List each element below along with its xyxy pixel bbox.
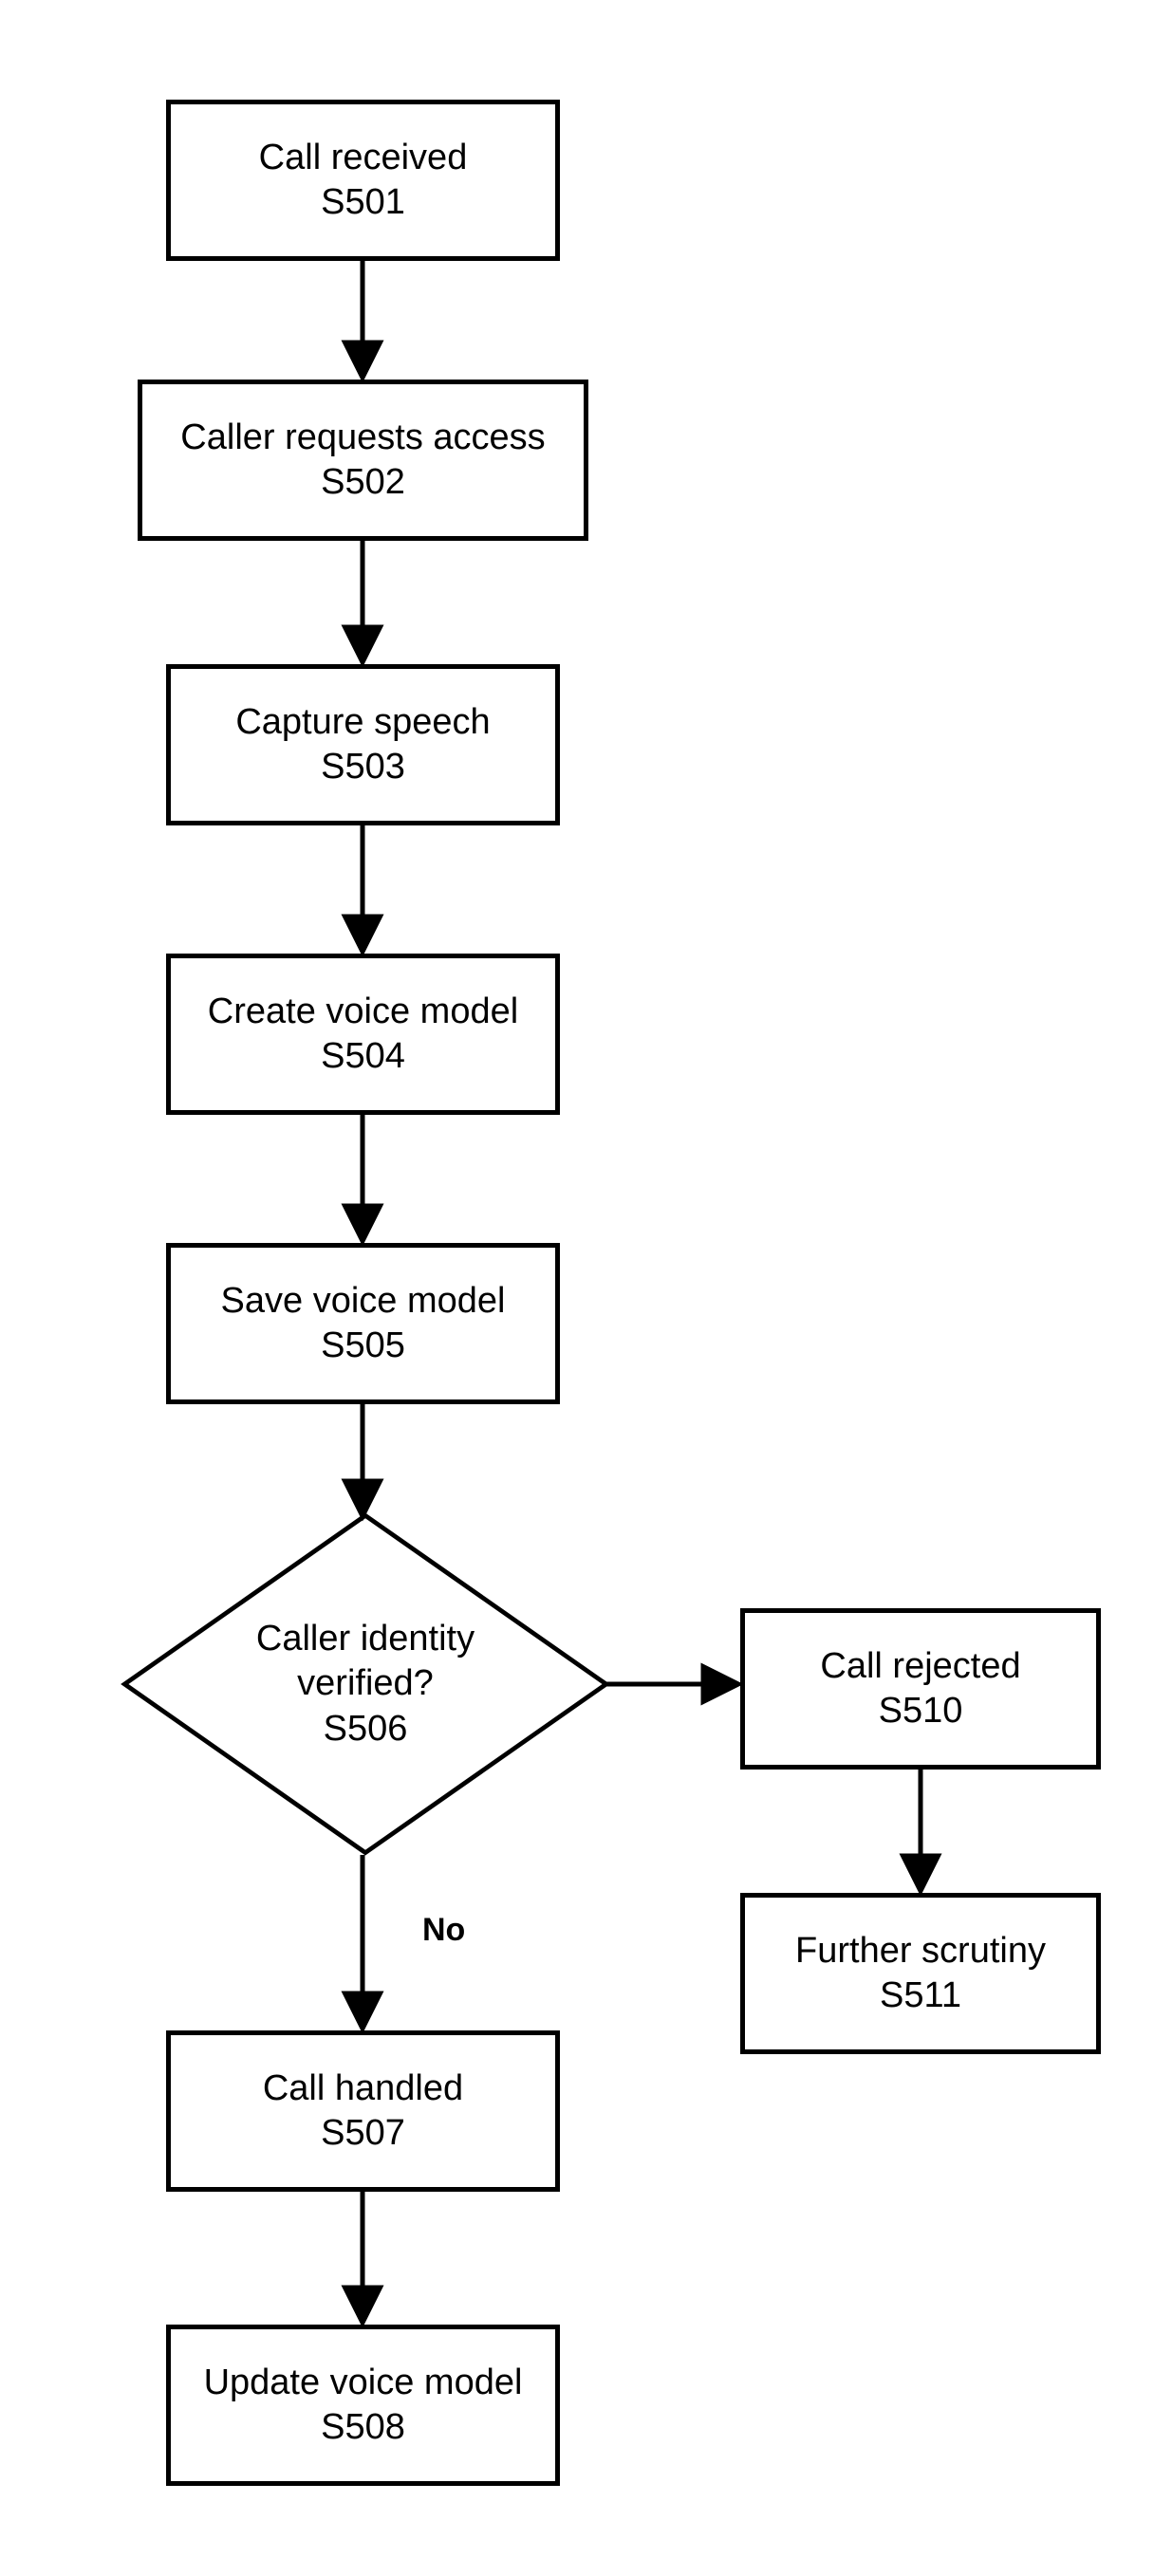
node-s506-line2: verified? bbox=[297, 1661, 434, 1707]
node-s505: Save voice model S505 bbox=[166, 1243, 560, 1404]
node-s503-line1: Capture speech bbox=[235, 700, 490, 746]
node-s504-line1: Create voice model bbox=[208, 990, 518, 1035]
node-s501-line1: Call received bbox=[259, 136, 468, 181]
node-s510-line2: S510 bbox=[879, 1689, 963, 1734]
node-s504: Create voice model S504 bbox=[166, 954, 560, 1115]
node-s505-line2: S505 bbox=[321, 1324, 405, 1369]
node-s502-line2: S502 bbox=[321, 460, 405, 506]
node-s511-line1: Further scrutiny bbox=[795, 1929, 1046, 1974]
node-s506: Caller identity verified? S506 bbox=[123, 1509, 607, 1860]
node-s506-line3: S506 bbox=[324, 1707, 408, 1752]
node-s508: Update voice model S508 bbox=[166, 2325, 560, 2486]
node-s501: Call received S501 bbox=[166, 100, 560, 261]
node-s503-line2: S503 bbox=[321, 745, 405, 790]
node-s502: Caller requests access S502 bbox=[138, 380, 588, 541]
node-s501-line2: S501 bbox=[321, 180, 405, 226]
node-s505-line1: Save voice model bbox=[221, 1279, 506, 1325]
node-s506-label: Caller identity verified? S506 bbox=[123, 1509, 607, 1860]
node-s511: Further scrutiny S511 bbox=[740, 1893, 1101, 2054]
node-s510-line1: Call rejected bbox=[820, 1644, 1020, 1690]
node-s503: Capture speech S503 bbox=[166, 664, 560, 825]
node-s511-line2: S511 bbox=[880, 1974, 961, 2019]
node-s502-line1: Caller requests access bbox=[180, 416, 545, 461]
node-s508-line2: S508 bbox=[321, 2405, 405, 2451]
node-s506-line1: Caller identity bbox=[256, 1617, 475, 1662]
node-s507: Call handled S507 bbox=[166, 2030, 560, 2192]
node-s507-line2: S507 bbox=[321, 2111, 405, 2157]
edge-label-yes: No bbox=[422, 1912, 465, 1949]
node-s510: Call rejected S510 bbox=[740, 1608, 1101, 1770]
node-s507-line1: Call handled bbox=[263, 2066, 463, 2112]
node-s508-line1: Update voice model bbox=[204, 2361, 523, 2406]
node-s504-line2: S504 bbox=[321, 1034, 405, 1080]
